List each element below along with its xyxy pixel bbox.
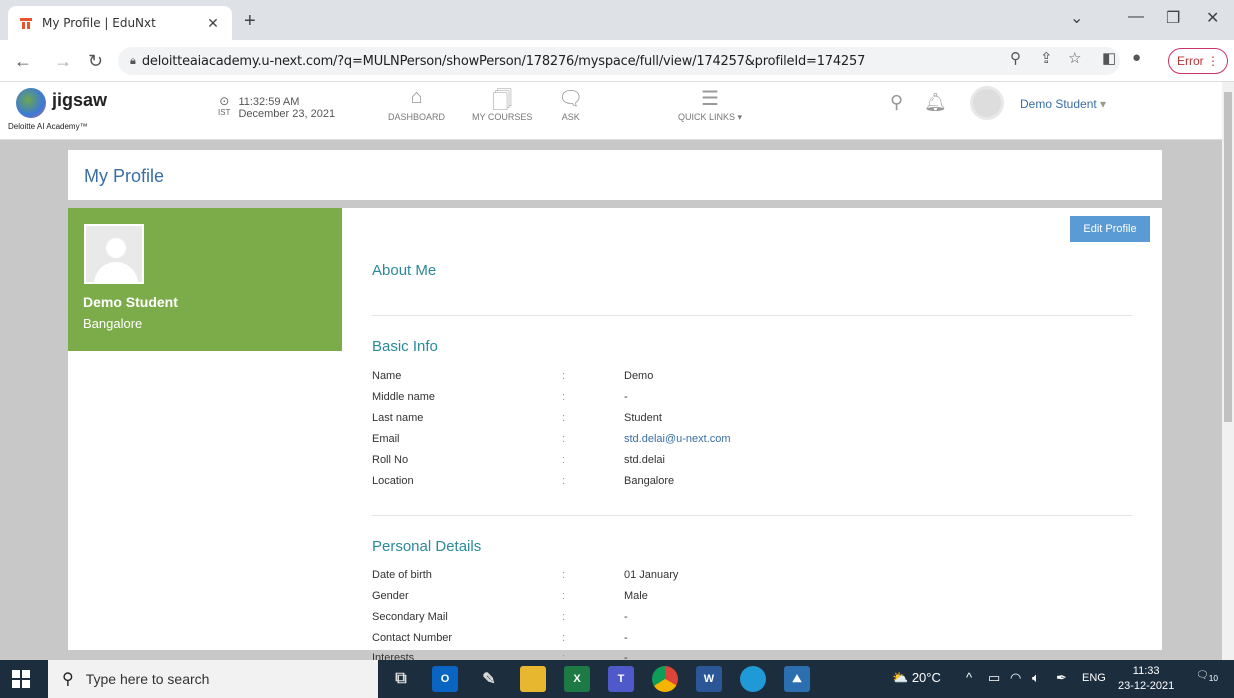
courses-icon: 🗍︎ xyxy=(492,90,513,112)
clock-icon: ⊙ IST xyxy=(218,94,231,117)
nav-dashboard[interactable]: ⌂ DASHBOARD xyxy=(388,86,445,122)
language-indicator[interactable]: ENG xyxy=(1082,672,1106,684)
excel-icon[interactable]: X xyxy=(564,666,590,692)
share-icon[interactable]: ⇪ xyxy=(1040,49,1053,67)
bookmark-star-icon[interactable]: ☆ xyxy=(1068,49,1081,67)
task-view-icon[interactable]: ⧉ xyxy=(388,666,414,692)
nav-ask[interactable]: 🗨︎ ASK xyxy=(558,86,583,122)
info-row-dob: Date of birth:01 January xyxy=(372,569,679,581)
new-tab-icon[interactable]: + xyxy=(244,10,256,33)
header-clock: ⊙ IST 11:32:59 AM December 23, 2021 xyxy=(218,94,336,120)
info-row-gender: Gender: Male xyxy=(372,590,648,602)
nav-my-courses[interactable]: 🗍︎ MY COURSES xyxy=(472,86,532,122)
zoom-icon[interactable]: ⚲ xyxy=(1010,49,1021,67)
info-row-last-name: Last name: Student xyxy=(372,412,662,424)
pen-icon[interactable]: ✒ xyxy=(1056,670,1067,686)
divider xyxy=(372,515,1132,516)
divider xyxy=(372,315,1132,316)
app-header: jigsaw Deloitte AI Academy™ ⊙ IST 11:32:5… xyxy=(0,82,1222,140)
file-explorer-icon[interactable] xyxy=(520,666,546,692)
paint-icon[interactable]: ✎ xyxy=(476,666,502,692)
windows-start-icon[interactable] xyxy=(12,670,30,688)
back-icon[interactable]: ← xyxy=(14,51,32,72)
edunxt-favicon-icon xyxy=(18,15,34,31)
bell-icon[interactable]: 🔔︎ xyxy=(924,92,947,113)
lock-icon: 🔒︎ xyxy=(130,54,136,67)
reload-icon[interactable]: ↻ xyxy=(88,51,103,72)
tray-chevron-icon[interactable]: ^ xyxy=(966,670,972,685)
word-icon[interactable]: W xyxy=(696,666,722,692)
search-icon[interactable]: ⚲ xyxy=(890,92,903,113)
notification-icon[interactable]: 🗨︎10 xyxy=(1196,670,1218,683)
browser-tabstrip: My Profile | EduNxt ✕ + ⌄ — ❐ ✕ xyxy=(0,0,1234,40)
page-title: My Profile xyxy=(84,166,165,186)
weather-icon[interactable]: ⛅ 20°C xyxy=(892,670,941,686)
info-row-contact: Contact Number: - xyxy=(372,632,628,644)
info-row-location: Location: Bangalore xyxy=(372,475,675,487)
scrollbar[interactable] xyxy=(1222,82,1234,660)
info-row-email: Email: std.delai@u-next.com xyxy=(372,433,731,445)
tab-title: My Profile | EduNxt xyxy=(42,16,156,30)
profile-details: Edit Profile About Me Basic Info Name: De… xyxy=(342,208,1162,664)
browser-tab[interactable]: My Profile | EduNxt ✕ xyxy=(8,6,232,40)
tab-close-icon[interactable]: ✕ xyxy=(204,15,222,32)
browser-toolbar: ← → ↻ 🔒︎ deloitteaiacademy.u-next.com/?q… xyxy=(0,40,1234,82)
about-me-heading: About Me xyxy=(372,262,437,279)
address-bar[interactable]: 🔒︎ deloitteaiacademy.u-next.com/?q=MULNP… xyxy=(118,47,1120,75)
volume-icon[interactable]: 🔈︎ xyxy=(1032,670,1040,686)
scrollbar-thumb[interactable] xyxy=(1224,92,1232,422)
battery-icon[interactable]: ▭ xyxy=(988,670,1000,686)
clock-date: December 23, 2021 xyxy=(238,108,336,120)
restore-icon[interactable]: ❐ xyxy=(1166,8,1180,28)
personal-details-heading: Personal Details xyxy=(372,538,482,555)
edit-profile-button[interactable]: Edit Profile xyxy=(1070,216,1150,242)
profile-photo-icon[interactable] xyxy=(84,224,144,284)
profile-icon[interactable]: ● xyxy=(1132,49,1141,66)
window-close-icon[interactable]: ✕ xyxy=(1206,8,1219,28)
tab-search-icon[interactable]: ⌄ xyxy=(1070,8,1083,28)
outlook-icon[interactable]: O xyxy=(432,666,458,692)
more-menu-icon: ⋮ xyxy=(1207,54,1219,68)
side-panel-icon[interactable]: ◧ xyxy=(1102,49,1116,67)
info-row-secondary-mail: Secondary Mail: - xyxy=(372,611,628,623)
info-row-middle-name: Middle name: - xyxy=(372,391,628,403)
profile-name: Demo Student xyxy=(83,294,178,310)
info-row-roll-no: Roll No: std.delai xyxy=(372,454,665,466)
search-icon: ⚲ xyxy=(62,671,74,688)
chevron-down-icon: ▾ xyxy=(735,112,743,122)
basic-info-heading: Basic Info xyxy=(372,338,438,355)
email-link[interactable]: std.delai@u-next.com xyxy=(624,433,731,445)
chevron-down-icon: ▾ xyxy=(1096,97,1107,111)
taskbar-search-input[interactable]: ⚲ Type here to search xyxy=(48,660,378,698)
clock-time: 11:32:59 AM xyxy=(238,96,300,108)
jigsaw-logo-icon xyxy=(16,88,46,118)
jigsaw-logo[interactable]: jigsaw Deloitte AI Academy™ xyxy=(6,86,116,136)
chrome-icon[interactable] xyxy=(652,666,678,692)
error-button[interactable]: Error ⋮ xyxy=(1168,48,1228,74)
user-menu[interactable]: Demo Student ▾ xyxy=(1020,97,1106,111)
page-title-card: My Profile xyxy=(68,150,1162,200)
profile-city: Bangalore xyxy=(83,316,143,331)
minimize-icon[interactable]: — xyxy=(1128,8,1144,26)
nav-quick-links[interactable]: ☰ QUICK LINKS ▾ xyxy=(678,86,742,123)
profile-summary: Demo Student Bangalore xyxy=(68,208,342,351)
home-icon: ⌂ xyxy=(410,86,423,108)
wifi-icon[interactable]: ◠ xyxy=(1010,670,1021,686)
taskbar-clock[interactable]: 11:33 23-12-2021 xyxy=(1118,664,1174,694)
edge-icon[interactable] xyxy=(740,666,766,692)
teams-icon[interactable]: T xyxy=(608,666,634,692)
profile-sidebar: Demo Student Bangalore xyxy=(68,208,342,650)
info-row-name: Name: Demo xyxy=(372,370,654,382)
avatar[interactable] xyxy=(970,86,1004,120)
url-text: deloitteaiacademy.u-next.com/?q=MULNPers… xyxy=(141,53,866,69)
list-icon: ☰ xyxy=(701,88,719,110)
windows-taskbar: ⚲ Type here to search ⧉ O ✎ X T W ⛰ ⛅ 20… xyxy=(0,660,1234,698)
forward-icon[interactable]: → xyxy=(54,51,72,72)
photos-icon[interactable]: ⛰ xyxy=(784,666,810,692)
chat-icon: 🗨︎ xyxy=(558,88,584,110)
